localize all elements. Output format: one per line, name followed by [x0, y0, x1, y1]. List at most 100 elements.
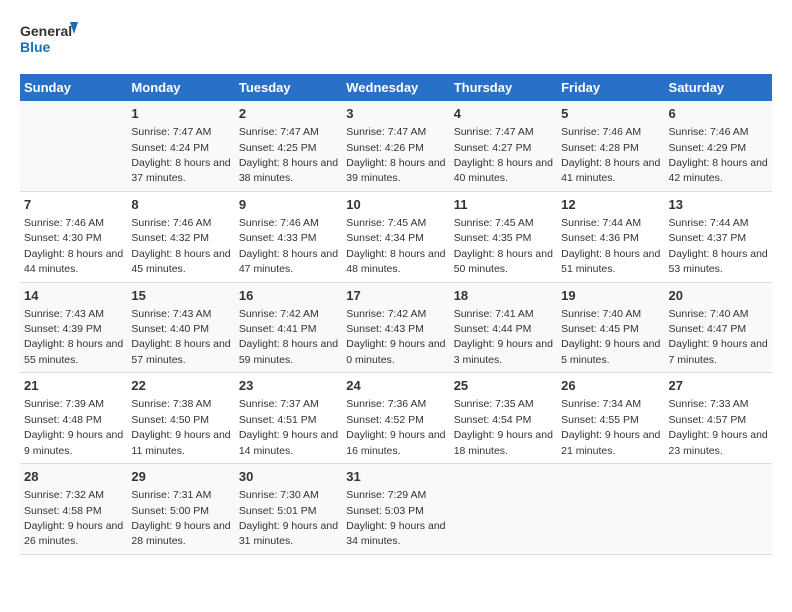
calendar-cell: 15 Sunrise: 7:43 AM Sunset: 4:40 PM Dayl…: [127, 282, 234, 373]
day-daylight: Daylight: 9 hours and 5 minutes.: [561, 338, 660, 365]
calendar-cell: 7 Sunrise: 7:46 AM Sunset: 4:30 PM Dayli…: [20, 191, 127, 282]
day-sunset: Sunset: 4:24 PM: [131, 142, 209, 154]
day-sunrise: Sunrise: 7:46 AM: [669, 126, 749, 138]
day-daylight: Daylight: 9 hours and 7 minutes.: [669, 338, 768, 365]
day-sunset: Sunset: 4:41 PM: [239, 323, 317, 335]
day-sunset: Sunset: 4:52 PM: [346, 414, 424, 426]
day-number: 5: [561, 105, 660, 123]
day-number: 12: [561, 196, 660, 214]
day-sunset: Sunset: 4:43 PM: [346, 323, 424, 335]
day-daylight: Daylight: 8 hours and 47 minutes.: [239, 248, 338, 275]
day-sunset: Sunset: 4:35 PM: [454, 232, 532, 244]
day-number: 2: [239, 105, 338, 123]
day-number: 14: [24, 287, 123, 305]
day-sunset: Sunset: 4:55 PM: [561, 414, 639, 426]
calendar-week-row: 7 Sunrise: 7:46 AM Sunset: 4:30 PM Dayli…: [20, 191, 772, 282]
logo: General Blue: [20, 20, 80, 64]
day-number: 1: [131, 105, 230, 123]
day-daylight: Daylight: 9 hours and 21 minutes.: [561, 429, 660, 456]
day-sunrise: Sunrise: 7:46 AM: [561, 126, 641, 138]
day-daylight: Daylight: 9 hours and 28 minutes.: [131, 520, 230, 547]
calendar-cell: 25 Sunrise: 7:35 AM Sunset: 4:54 PM Dayl…: [450, 373, 557, 464]
day-daylight: Daylight: 9 hours and 31 minutes.: [239, 520, 338, 547]
day-daylight: Daylight: 8 hours and 40 minutes.: [454, 157, 553, 184]
weekday-header: Friday: [557, 74, 664, 101]
calendar-cell: 21 Sunrise: 7:39 AM Sunset: 4:48 PM Dayl…: [20, 373, 127, 464]
calendar-cell: 13 Sunrise: 7:44 AM Sunset: 4:37 PM Dayl…: [665, 191, 772, 282]
calendar-cell: 4 Sunrise: 7:47 AM Sunset: 4:27 PM Dayli…: [450, 101, 557, 191]
day-number: 15: [131, 287, 230, 305]
calendar-cell: 19 Sunrise: 7:40 AM Sunset: 4:45 PM Dayl…: [557, 282, 664, 373]
weekday-header: Sunday: [20, 74, 127, 101]
day-number: 4: [454, 105, 553, 123]
day-sunrise: Sunrise: 7:35 AM: [454, 398, 534, 410]
day-sunrise: Sunrise: 7:45 AM: [454, 217, 534, 229]
day-sunset: Sunset: 4:45 PM: [561, 323, 639, 335]
day-sunrise: Sunrise: 7:47 AM: [239, 126, 319, 138]
day-sunrise: Sunrise: 7:43 AM: [131, 308, 211, 320]
day-sunrise: Sunrise: 7:46 AM: [239, 217, 319, 229]
day-sunset: Sunset: 5:00 PM: [131, 505, 209, 517]
day-number: 28: [24, 468, 123, 486]
calendar-cell: 31 Sunrise: 7:29 AM Sunset: 5:03 PM Dayl…: [342, 464, 449, 555]
svg-text:General: General: [20, 23, 72, 39]
day-number: 31: [346, 468, 445, 486]
day-daylight: Daylight: 8 hours and 53 minutes.: [669, 248, 768, 275]
day-sunset: Sunset: 4:33 PM: [239, 232, 317, 244]
calendar-cell: 12 Sunrise: 7:44 AM Sunset: 4:36 PM Dayl…: [557, 191, 664, 282]
day-sunset: Sunset: 4:37 PM: [669, 232, 747, 244]
day-number: 27: [669, 377, 768, 395]
day-daylight: Daylight: 8 hours and 57 minutes.: [131, 338, 230, 365]
day-number: 10: [346, 196, 445, 214]
day-sunset: Sunset: 5:01 PM: [239, 505, 317, 517]
calendar-cell: 22 Sunrise: 7:38 AM Sunset: 4:50 PM Dayl…: [127, 373, 234, 464]
header: General Blue: [20, 20, 772, 64]
calendar-cell: 8 Sunrise: 7:46 AM Sunset: 4:32 PM Dayli…: [127, 191, 234, 282]
day-number: 26: [561, 377, 660, 395]
day-daylight: Daylight: 9 hours and 3 minutes.: [454, 338, 553, 365]
calendar-week-row: 21 Sunrise: 7:39 AM Sunset: 4:48 PM Dayl…: [20, 373, 772, 464]
day-number: 13: [669, 196, 768, 214]
day-sunset: Sunset: 4:28 PM: [561, 142, 639, 154]
calendar-table: SundayMondayTuesdayWednesdayThursdayFrid…: [20, 74, 772, 555]
day-sunrise: Sunrise: 7:42 AM: [346, 308, 426, 320]
day-daylight: Daylight: 8 hours and 38 minutes.: [239, 157, 338, 184]
day-sunrise: Sunrise: 7:36 AM: [346, 398, 426, 410]
svg-text:Blue: Blue: [20, 39, 51, 55]
day-daylight: Daylight: 9 hours and 9 minutes.: [24, 429, 123, 456]
day-sunset: Sunset: 4:36 PM: [561, 232, 639, 244]
weekday-header: Monday: [127, 74, 234, 101]
calendar-cell: [665, 464, 772, 555]
weekday-header: Saturday: [665, 74, 772, 101]
day-daylight: Daylight: 8 hours and 45 minutes.: [131, 248, 230, 275]
day-daylight: Daylight: 8 hours and 55 minutes.: [24, 338, 123, 365]
day-sunrise: Sunrise: 7:40 AM: [669, 308, 749, 320]
day-number: 21: [24, 377, 123, 395]
day-sunrise: Sunrise: 7:40 AM: [561, 308, 641, 320]
calendar-cell: 26 Sunrise: 7:34 AM Sunset: 4:55 PM Dayl…: [557, 373, 664, 464]
day-sunset: Sunset: 4:51 PM: [239, 414, 317, 426]
day-sunrise: Sunrise: 7:42 AM: [239, 308, 319, 320]
calendar-week-row: 28 Sunrise: 7:32 AM Sunset: 4:58 PM Dayl…: [20, 464, 772, 555]
calendar-cell: 27 Sunrise: 7:33 AM Sunset: 4:57 PM Dayl…: [665, 373, 772, 464]
calendar-cell: 14 Sunrise: 7:43 AM Sunset: 4:39 PM Dayl…: [20, 282, 127, 373]
day-sunrise: Sunrise: 7:33 AM: [669, 398, 749, 410]
day-number: 23: [239, 377, 338, 395]
day-sunrise: Sunrise: 7:43 AM: [24, 308, 104, 320]
day-sunset: Sunset: 4:25 PM: [239, 142, 317, 154]
day-daylight: Daylight: 9 hours and 18 minutes.: [454, 429, 553, 456]
day-daylight: Daylight: 8 hours and 44 minutes.: [24, 248, 123, 275]
day-sunrise: Sunrise: 7:44 AM: [561, 217, 641, 229]
day-number: 20: [669, 287, 768, 305]
day-number: 24: [346, 377, 445, 395]
day-number: 11: [454, 196, 553, 214]
day-daylight: Daylight: 8 hours and 39 minutes.: [346, 157, 445, 184]
day-daylight: Daylight: 9 hours and 26 minutes.: [24, 520, 123, 547]
calendar-cell: 2 Sunrise: 7:47 AM Sunset: 4:25 PM Dayli…: [235, 101, 342, 191]
calendar-cell: 1 Sunrise: 7:47 AM Sunset: 4:24 PM Dayli…: [127, 101, 234, 191]
day-number: 17: [346, 287, 445, 305]
day-number: 8: [131, 196, 230, 214]
day-sunrise: Sunrise: 7:39 AM: [24, 398, 104, 410]
day-number: 9: [239, 196, 338, 214]
day-sunrise: Sunrise: 7:47 AM: [346, 126, 426, 138]
